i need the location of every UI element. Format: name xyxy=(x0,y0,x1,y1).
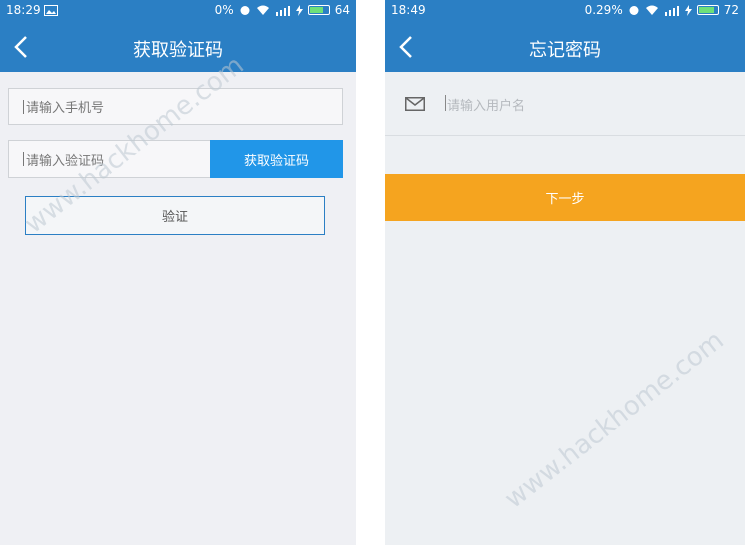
signal-icon xyxy=(664,5,679,16)
page-title: 获取验证码 xyxy=(133,40,223,61)
status-bar: 18:29 0% 64 xyxy=(0,0,356,22)
charging-icon xyxy=(295,4,303,16)
alarm-icon xyxy=(240,6,250,15)
status-battery-level: 64 xyxy=(334,3,350,17)
nav-bar: 忘记密码 xyxy=(385,22,745,72)
charging-icon xyxy=(684,4,692,16)
code-input[interactable]: 请输入验证码 xyxy=(8,140,211,178)
picture-icon xyxy=(44,5,58,16)
mail-icon xyxy=(405,97,425,111)
status-battery-text: 0% xyxy=(214,3,234,17)
get-code-button[interactable]: 获取验证码 xyxy=(210,140,343,178)
signal-icon xyxy=(275,5,290,16)
text-cursor xyxy=(445,95,446,111)
code-input-placeholder: 请输入验证码 xyxy=(26,153,105,169)
phone-input[interactable]: 请输入手机号 xyxy=(8,88,343,125)
username-placeholder: 请输入用户名 xyxy=(447,99,526,114)
page-title: 忘记密码 xyxy=(529,40,601,61)
battery-icon xyxy=(696,5,719,15)
right-screen: 18:49 0.29% 72 忘记密码 请输入用户名 下一步 www.hackh… xyxy=(385,0,745,545)
next-button[interactable]: 下一步 xyxy=(385,174,745,221)
alarm-icon xyxy=(629,6,639,15)
wifi-icon xyxy=(256,5,269,15)
phone-input-placeholder: 请输入手机号 xyxy=(26,101,105,116)
status-battery-level: 72 xyxy=(723,3,739,17)
status-time: 18:49 xyxy=(391,3,426,17)
status-bar: 18:49 0.29% 72 xyxy=(385,0,745,22)
status-battery-text: 0.29% xyxy=(584,3,623,17)
nav-bar: 获取验证码 xyxy=(0,22,356,72)
username-row[interactable]: 请输入用户名 xyxy=(385,72,745,136)
watermark: www.hackhome.com xyxy=(499,325,730,515)
battery-icon xyxy=(307,5,330,15)
status-time: 18:29 xyxy=(6,3,41,17)
left-screen: 18:29 0% 64 获取验证码 请输入手机号 请输入验证码 获取验证码 验证… xyxy=(0,0,356,545)
wifi-icon xyxy=(645,5,658,15)
verify-button[interactable]: 验证 xyxy=(25,196,325,235)
